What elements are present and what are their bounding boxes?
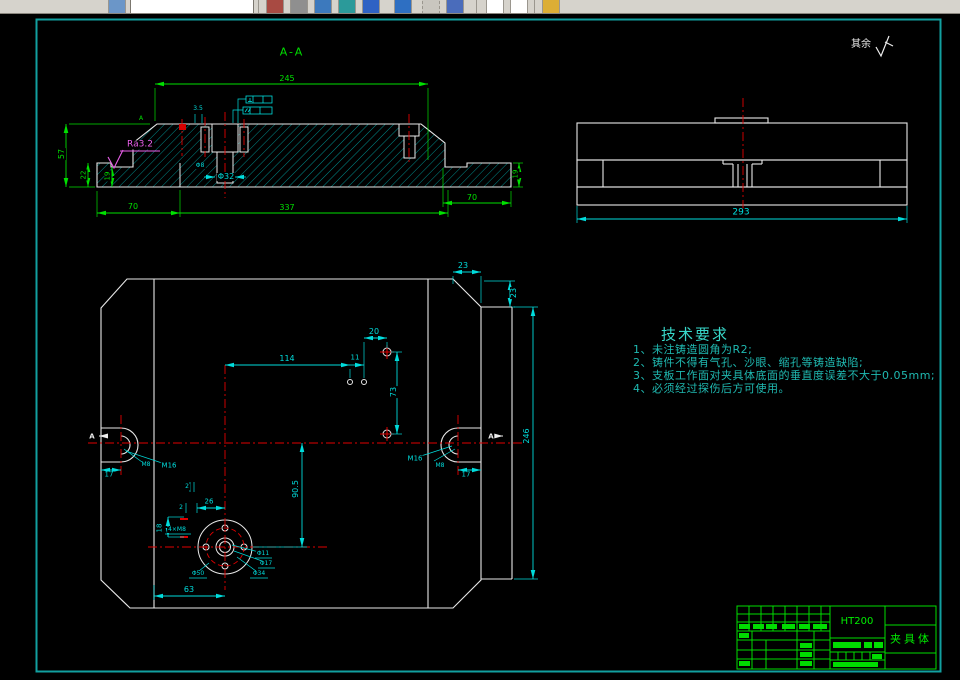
dim-114: 114 [278,354,296,363]
dim-19-right: 19 [511,168,520,180]
dia-11: Φ11 [255,550,271,557]
toolbar-combobox[interactable] [130,0,254,13]
sheet-frame [35,18,942,673]
dia-32: Φ32 [216,172,236,181]
dim-293: 293 [731,207,751,218]
thread-m8-right: M8 [434,462,446,469]
dim-11: 11 [349,353,361,362]
plan-view [88,269,538,609]
surface-check-icon [875,35,894,58]
dim-2a: 2 [184,483,190,490]
page-icon[interactable] [486,0,504,13]
surface-finish-label: Ra3.2 [126,139,154,150]
block-icon[interactable] [446,0,464,13]
hatch-icon[interactable] [338,0,356,13]
dim-3-5: 3.5 [192,105,204,112]
toolbar-separator [258,0,259,13]
thread-m16-right: M16 [406,454,424,463]
page-icon-2[interactable] [510,0,528,13]
cad-canvas[interactable]: A-A 245 337 70 70 22 19 57 19 Ra3.2 Φ32 … [0,13,960,680]
toolbar [0,0,960,14]
dim-17-left: 17 [103,470,115,479]
dim-70-right: 70 [465,193,479,202]
dim-19-left: 19 [103,170,112,182]
thread-m16-left: M16 [160,461,178,470]
plan-outline [100,278,513,609]
dim-17-right: 17 [460,470,472,479]
pin-section [179,124,186,130]
dia-8: Φ8 [194,162,206,169]
dim-63: 63 [182,585,196,594]
table-icon[interactable] [108,0,126,13]
dia-50: Φ50 [190,570,206,577]
dim-246: 246 [522,427,531,445]
title-block-material: HT200 [839,616,875,627]
rotate-icon[interactable] [394,0,412,13]
arrow-down-icon[interactable] [362,0,380,13]
callout-4m8: 4×M8 [167,526,187,533]
dim-245: 245 [278,74,296,83]
drawing-linework [35,18,942,673]
application-window: A-A 245 337 70 70 22 19 57 19 Ra3.2 Φ32 … [0,0,960,680]
title-block-part-name: 夹具体 [889,632,933,646]
dim-20: 20 [367,327,381,336]
tech-req-item-1: 1、未注铸造圆角为R2; [633,343,753,356]
dim-18: 18 [155,522,164,534]
toolbar-separator-3 [534,0,535,13]
plan-dims-cyan [101,269,538,600]
tech-req-item-2: 2、铸件不得有气孔、沙眼、缩孔等铸造缺陷; [633,356,864,369]
section-outline [96,123,512,188]
pencil-icon[interactable] [266,0,284,13]
dim-337: 337 [278,203,296,212]
dim-26: 26 [203,497,215,506]
side-view [576,98,908,223]
dia-17: Φ17 [258,560,274,567]
cut-marker-a-left: A [88,432,96,441]
selection-icon[interactable] [422,0,440,13]
flange-circles [197,347,392,575]
dim-2b: 2 [178,504,184,511]
cut-marker-a-right: A [487,432,495,441]
dim-23-top: 23 [456,261,470,270]
layers-icon[interactable] [314,0,332,13]
tech-req-item-4: 4、必须经过探伤后方可使用。 [633,382,790,395]
toolbar-separator-2 [476,0,477,13]
datum-a: A [137,115,145,122]
flag-icon[interactable] [542,0,560,13]
dim-23-right: 23 [509,286,518,300]
tech-req-title: 技术要求 [659,325,731,344]
section-title: A-A [278,45,306,59]
tech-req-item-3: 3、支板工作面对夹具体底面的垂直度误差不大于0.05mm; [633,369,936,382]
dim-22: 22 [79,169,88,181]
eraser-icon[interactable] [290,0,308,13]
dim-90-5: 90.5 [291,479,300,499]
surface-note-label: 其余 [850,39,872,50]
dim-70-left: 70 [126,202,140,211]
dim-57: 57 [57,147,66,161]
thread-m8-left: M8 [140,461,152,468]
dim-73: 73 [389,385,398,399]
section-view [63,81,523,217]
dia-34: Φ34 [251,570,267,577]
